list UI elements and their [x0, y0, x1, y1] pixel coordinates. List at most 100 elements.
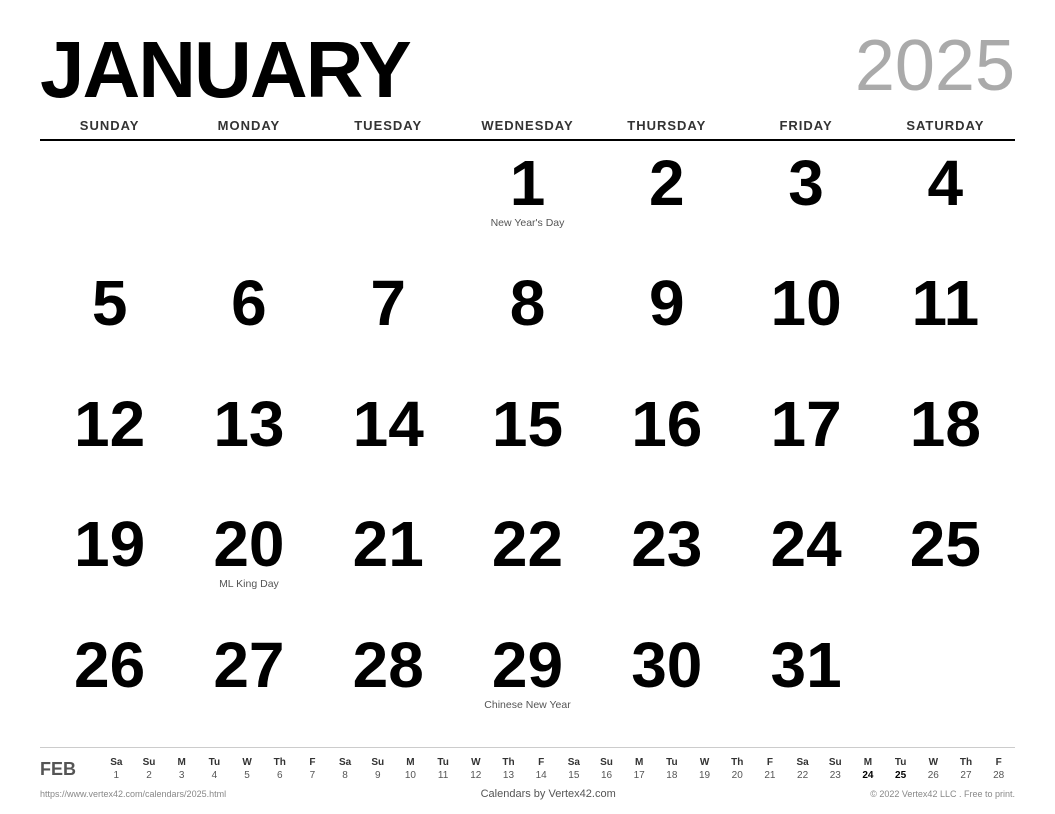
mini-header-cell: F [982, 756, 1015, 769]
mini-date-cell: 23 [819, 769, 852, 782]
calendar-cell: 5 [40, 265, 179, 385]
mini-date-cell: 15 [557, 769, 590, 782]
mini-date-cell: 7 [296, 769, 329, 782]
date-number: 27 [213, 633, 284, 697]
day-monday: MONDAY [179, 118, 318, 133]
date-number: 13 [213, 392, 284, 456]
calendar-cell: 19 [40, 506, 179, 626]
mini-header-cell: Tu [198, 756, 231, 769]
calendar-cell: 23 [597, 506, 736, 626]
calendar-cell: 4 [876, 145, 1015, 265]
date-number: 10 [770, 271, 841, 335]
date-number: 19 [74, 512, 145, 576]
mini-header-cell: M [623, 756, 656, 769]
mini-date-cell: 16 [590, 769, 623, 782]
calendar-cell: 11 [876, 265, 1015, 385]
calendar-cell: 29Chinese New Year [458, 627, 597, 747]
header-row: JANUARY 2025 [40, 30, 1015, 110]
day-sunday: SUNDAY [40, 118, 179, 133]
mini-header-cell: F [754, 756, 787, 769]
mini-date-cell: 3 [165, 769, 198, 782]
mini-date-cell: 21 [754, 769, 787, 782]
date-number: 8 [510, 271, 546, 335]
mini-date-cell: 5 [231, 769, 264, 782]
mini-header-cell: M [165, 756, 198, 769]
mini-header-cell: Th [950, 756, 983, 769]
date-number: 18 [910, 392, 981, 456]
month-title: JANUARY [40, 30, 410, 110]
date-number: 21 [353, 512, 424, 576]
footer-left: https://www.vertex42.com/calendars/2025.… [40, 789, 226, 799]
calendar-cell: 8 [458, 265, 597, 385]
date-number: 11 [912, 271, 980, 335]
calendar-cell: 3 [736, 145, 875, 265]
mini-calendar-row: FEB SaSuMTuWThFSaSuMTuWThFSaSuMTuWThFSaS… [40, 756, 1015, 782]
calendar-cell: 26 [40, 627, 179, 747]
date-number: 7 [370, 271, 406, 335]
calendar-cell: 25 [876, 506, 1015, 626]
mini-date-cell: 1 [100, 769, 133, 782]
footer-row: https://www.vertex42.com/calendars/2025.… [40, 782, 1015, 804]
calendar-cell: 21 [319, 506, 458, 626]
mini-date-cell: 18 [656, 769, 689, 782]
mini-date-cell: 14 [525, 769, 558, 782]
footer-center: Calendars by Vertex42.com [481, 788, 616, 800]
calendar-cell: 1 New Year's Day [458, 145, 597, 265]
calendar-cell: 16 [597, 386, 736, 506]
mini-date-cell: 4 [198, 769, 231, 782]
mini-month-label: FEB [40, 759, 100, 780]
mini-header-cell: F [296, 756, 329, 769]
date-number: 2 [649, 151, 685, 215]
mini-header-cell: M [852, 756, 885, 769]
date-number: 24 [770, 512, 841, 576]
mini-date-cell: 24 [852, 769, 885, 782]
calendar-cell: 17 [736, 386, 875, 506]
mini-date-cell: 6 [263, 769, 296, 782]
mini-grid: SaSuMTuWThFSaSuMTuWThFSaSuMTuWThFSaSuMTu… [100, 756, 1015, 782]
date-number: 14 [353, 392, 424, 456]
mini-date-cell: 11 [427, 769, 460, 782]
mini-date-cell: 13 [492, 769, 525, 782]
calendar-cell [876, 627, 1015, 747]
calendar-cell: 22 [458, 506, 597, 626]
calendar-cell: 15 [458, 386, 597, 506]
calendar-cell: 31 [736, 627, 875, 747]
calendar-cell: 10 [736, 265, 875, 385]
mini-date-cell: 20 [721, 769, 754, 782]
calendar-cell [179, 145, 318, 265]
calendar-container: JANUARY 2025 SUNDAY MONDAY TUESDAY WEDNE… [0, 0, 1055, 814]
calendar-cell: 13 [179, 386, 318, 506]
mini-calendar-section: FEB SaSuMTuWThFSaSuMTuWThFSaSuMTuWThFSaS… [40, 747, 1015, 782]
calendar-cell: 18 [876, 386, 1015, 506]
mini-date-cell: 12 [459, 769, 492, 782]
calendar-cell: 20ML King Day [179, 506, 318, 626]
days-header: SUNDAY MONDAY TUESDAY WEDNESDAY THURSDAY… [40, 118, 1015, 141]
mini-date-cell: 8 [329, 769, 362, 782]
mini-header-cell: Su [819, 756, 852, 769]
date-number: 17 [770, 392, 841, 456]
date-number: 9 [649, 271, 685, 335]
mini-header-cell: W [231, 756, 264, 769]
date-number: 15 [492, 392, 563, 456]
mini-header-cell: W [917, 756, 950, 769]
mini-header-cell: W [459, 756, 492, 769]
holiday-text: New Year's Day [468, 217, 587, 231]
calendar-grid: 1New Year's Day2345678910111213141516171… [40, 145, 1015, 747]
mini-header-cell: Su [590, 756, 623, 769]
day-saturday: SATURDAY [876, 118, 1015, 133]
calendar-cell: 30 [597, 627, 736, 747]
mini-date-cell: 28 [982, 769, 1015, 782]
day-thursday: THURSDAY [597, 118, 736, 133]
mini-header-cell: Th [492, 756, 525, 769]
holiday-text: ML King Day [189, 578, 308, 592]
date-number: 31 [770, 633, 841, 697]
mini-header-cell: M [394, 756, 427, 769]
mini-header-cell: Tu [427, 756, 460, 769]
mini-header-cell: Th [721, 756, 754, 769]
date-number: 28 [353, 633, 424, 697]
date-number: 16 [631, 392, 702, 456]
mini-date-cell: 25 [884, 769, 917, 782]
calendar-cell: 7 [319, 265, 458, 385]
date-number: 1 [510, 151, 546, 215]
mini-header-cell: F [525, 756, 558, 769]
